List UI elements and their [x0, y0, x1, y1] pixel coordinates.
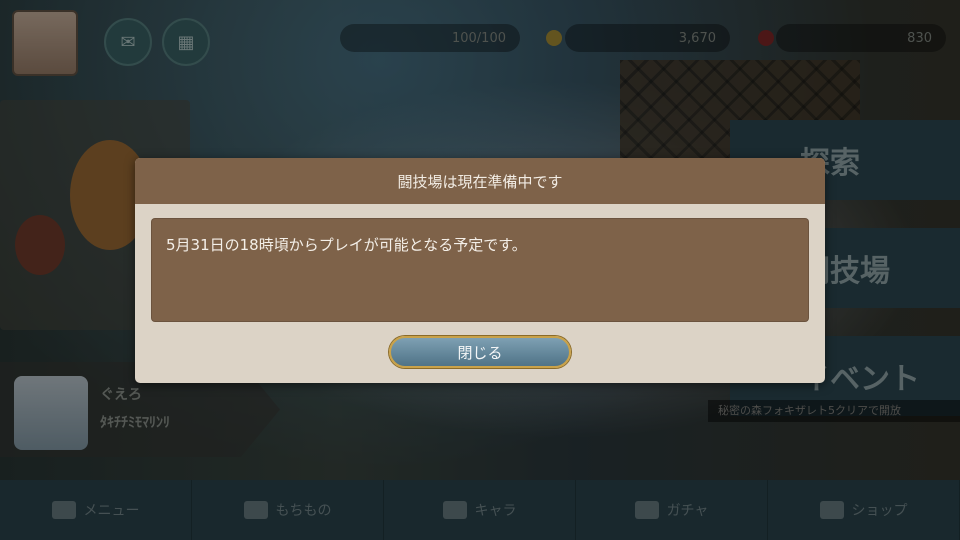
dialog-title: 闘技場は現在準備中です — [397, 172, 563, 191]
close-button[interactable]: 閉じる — [389, 336, 571, 368]
close-button-label: 閉じる — [457, 343, 503, 362]
dialog-message-box: 5月31日の18時頃からプレイが可能となる予定です。 — [151, 218, 809, 322]
notice-dialog: 闘技場は現在準備中です 5月31日の18時頃からプレイが可能となる予定です。 閉… — [135, 158, 825, 383]
dialog-message: 5月31日の18時頃からプレイが可能となる予定です。 — [166, 236, 527, 254]
dialog-header: 闘技場は現在準備中です — [135, 158, 825, 204]
